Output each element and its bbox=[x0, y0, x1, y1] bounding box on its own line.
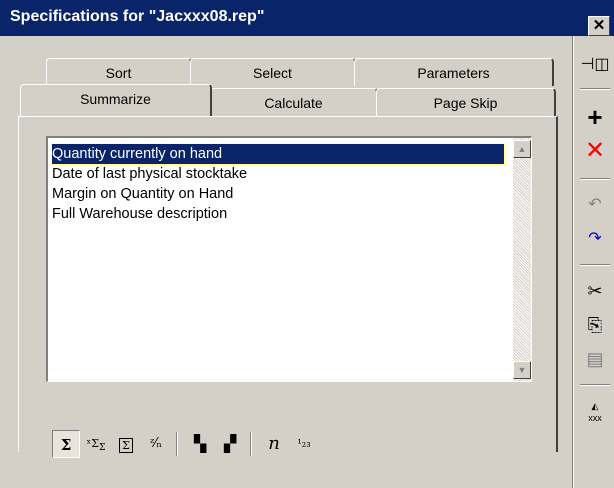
scroll-up-icon: ▲ bbox=[517, 144, 527, 154]
tab-label: Calculate bbox=[264, 95, 323, 111]
tab-sort[interactable]: Sort bbox=[46, 58, 192, 86]
add-button[interactable]: + bbox=[580, 102, 610, 132]
rename-button[interactable]: ◭ xxx bbox=[580, 394, 610, 424]
side-toolbar: ⊣◫ + ✕ ↶ ↷ ✂ ⎘ ▤ ◭ xxx bbox=[576, 36, 614, 488]
close-icon: ✕ bbox=[592, 17, 606, 34]
sigma-page-icon: Σ bbox=[119, 438, 133, 453]
window-title: Specifications for "Jacxxx08.rep" bbox=[10, 8, 265, 25]
toolbar-separator bbox=[250, 432, 252, 456]
scroll-down-button[interactable]: ▼ bbox=[513, 361, 531, 379]
list-item[interactable]: Margin on Quantity on Hand bbox=[52, 184, 233, 204]
sigma-page-button[interactable]: Σ bbox=[112, 430, 140, 458]
tab-summarize[interactable]: Summarize bbox=[20, 84, 212, 116]
toolbar-separator bbox=[580, 384, 610, 386]
toolbar-separator bbox=[580, 178, 610, 180]
toolbar-separator bbox=[580, 88, 610, 90]
list-item[interactable]: Full Warehouse description bbox=[52, 204, 227, 224]
tab-label: Sort bbox=[105, 65, 132, 81]
tab-page-skip[interactable]: Page Skip bbox=[376, 88, 556, 116]
group-down-icon: ▞ bbox=[223, 434, 237, 453]
rank-button[interactable]: ¹₂₃ bbox=[290, 430, 318, 458]
redo-button[interactable]: ↷ bbox=[580, 224, 610, 254]
list-item[interactable]: Date of last physical stocktake bbox=[52, 164, 247, 184]
redo-icon: ↷ bbox=[588, 230, 602, 247]
delete-icon: ✕ bbox=[584, 137, 606, 164]
pin-icon: ⊣◫ bbox=[580, 56, 610, 73]
vertical-scrollbar[interactable]: ▲ ▼ bbox=[513, 138, 531, 381]
sigma-icon: Σ bbox=[60, 436, 72, 454]
tab-label: Parameters bbox=[417, 65, 490, 81]
group-down-button[interactable]: ▞ bbox=[216, 430, 244, 458]
close-button[interactable]: ✕ bbox=[588, 16, 610, 36]
paste-icon: ▤ bbox=[586, 349, 604, 369]
copy-icon: ⎘ bbox=[587, 315, 603, 335]
tab-label: Summarize bbox=[80, 91, 151, 107]
sigma-divide-icon: ᶻ⁄ₙ bbox=[149, 436, 163, 451]
tab-label: Page Skip bbox=[433, 95, 498, 111]
list-item[interactable]: Quantity currently on hand bbox=[51, 143, 505, 165]
scroll-up-button[interactable]: ▲ bbox=[513, 140, 531, 158]
tab-parameters[interactable]: Parameters bbox=[354, 58, 554, 86]
delete-button[interactable]: ✕ bbox=[580, 136, 610, 166]
count-n-icon: n bbox=[268, 433, 280, 454]
undo-icon: ↶ bbox=[588, 196, 602, 213]
rank-icon: ¹₂₃ bbox=[297, 437, 311, 450]
tab-label: Select bbox=[253, 65, 292, 81]
rename-icon: ◭ xxx bbox=[588, 401, 602, 423]
count-n-button[interactable]: n bbox=[260, 430, 288, 458]
group-up-button[interactable]: ▚ bbox=[186, 430, 214, 458]
toolbar-separator bbox=[176, 432, 178, 456]
copy-button[interactable]: ⎘ bbox=[580, 310, 610, 340]
pin-button[interactable]: ⊣◫ bbox=[580, 50, 610, 80]
cut-button[interactable]: ✂ bbox=[580, 276, 610, 306]
specifications-window: Specifications for "Jacxxx08.rep" ✕ Sort… bbox=[0, 0, 614, 488]
title-bar: Specifications for "Jacxxx08.rep" ✕ bbox=[0, 0, 614, 36]
cut-icon: ✂ bbox=[587, 281, 603, 301]
field-list[interactable]: Quantity currently on hand Date of last … bbox=[46, 136, 532, 382]
undo-button[interactable]: ↶ bbox=[580, 190, 610, 220]
scroll-down-icon: ▼ bbox=[517, 365, 527, 375]
paste-button[interactable]: ▤ bbox=[580, 344, 610, 374]
tab-select[interactable]: Select bbox=[190, 58, 356, 86]
sub-sigma-button[interactable]: ˣΣΣ bbox=[82, 430, 110, 458]
group-up-icon: ▚ bbox=[193, 434, 207, 453]
sidebar-divider bbox=[572, 36, 574, 488]
sub-sigma-icon: ˣΣΣ bbox=[86, 437, 106, 454]
sigma-divide-button[interactable]: ᶻ⁄ₙ bbox=[142, 430, 170, 458]
toolbar-separator bbox=[580, 264, 610, 266]
add-icon: + bbox=[587, 102, 603, 132]
sigma-button[interactable]: Σ bbox=[52, 430, 80, 458]
tab-calculate[interactable]: Calculate bbox=[210, 88, 378, 116]
